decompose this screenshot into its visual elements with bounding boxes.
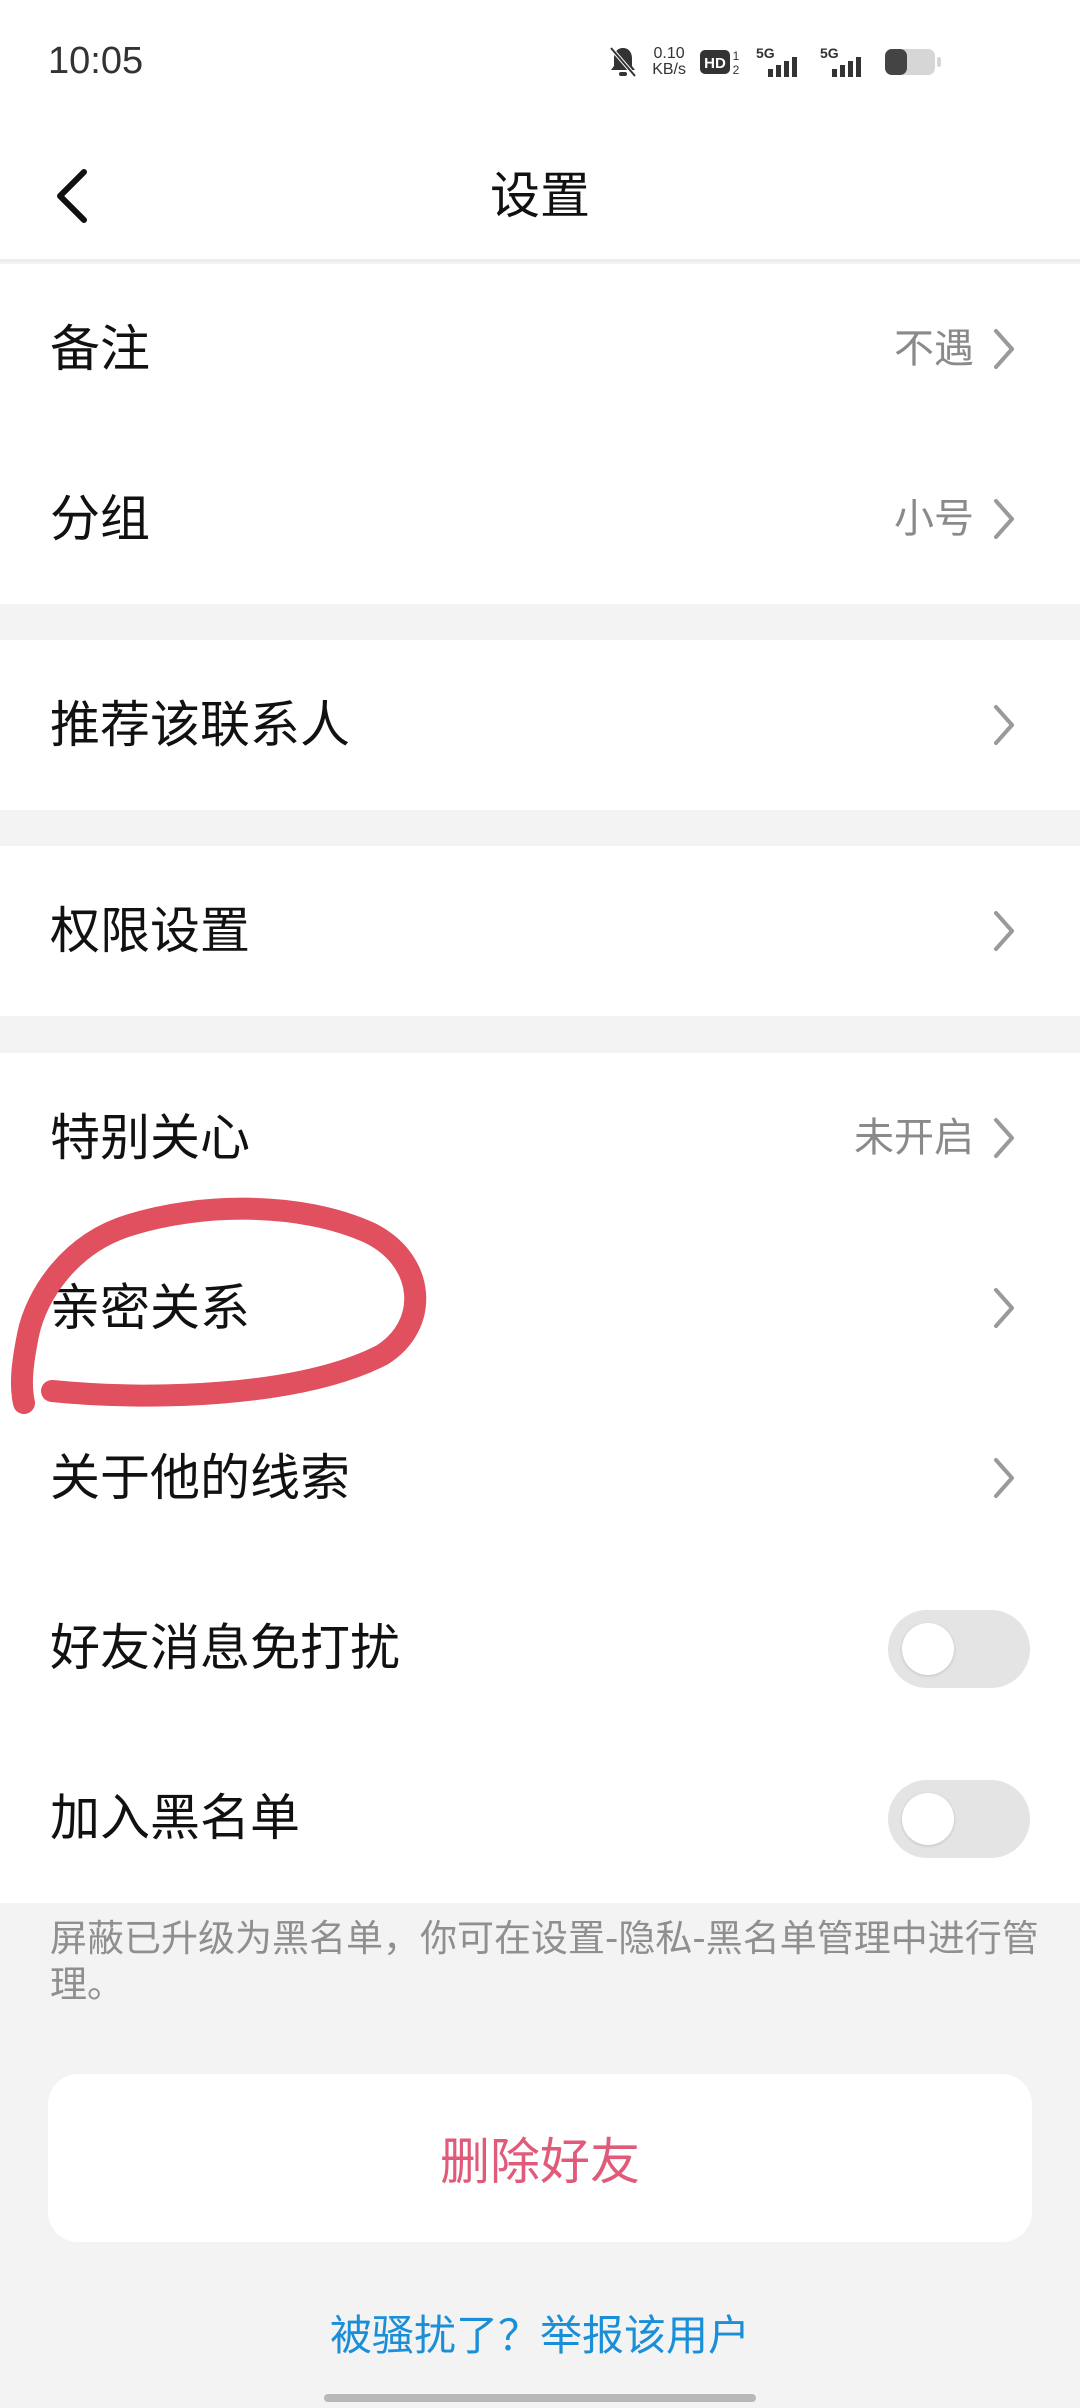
bell-mute-icon: [608, 45, 638, 79]
do-not-disturb-toggle[interactable]: [888, 1610, 1030, 1688]
row-recommend-contact[interactable]: 推荐该联系人: [0, 640, 1080, 810]
toggle-knob: [902, 1793, 954, 1845]
row-label: 关于他的线索: [50, 1449, 350, 1507]
report-user-link[interactable]: 被骚扰了？举报该用户: [0, 2302, 1080, 2363]
signal-1-icon: 5G: [756, 45, 806, 79]
net-speed-unit: KB/s: [652, 61, 686, 78]
back-arrow-icon: [57, 169, 87, 223]
chevron-right-icon: [994, 329, 1014, 369]
row-do-not-disturb: 好友消息免打扰: [0, 1563, 1080, 1733]
delete-friend-button[interactable]: 删除好友: [48, 2074, 1032, 2242]
svg-text:5G: 5G: [756, 45, 775, 61]
net-speed-value: 0.10: [653, 45, 685, 62]
svg-text:2: 2: [733, 63, 740, 77]
signal-2-icon: 5G: [820, 45, 870, 79]
settings-group-relationship: 特别关心 未开启 亲密关系 关于他的线索 好友消息免打扰 加入黑名单: [0, 1053, 1080, 1903]
chevron-right-icon: [994, 1288, 1014, 1328]
settings-group-permission: 权限设置: [0, 846, 1080, 1016]
delete-friend-label: 删除好友: [440, 2133, 640, 2191]
row-remark[interactable]: 备注 不遇: [0, 264, 1080, 434]
row-label: 备注: [50, 320, 150, 378]
battery-icon: [884, 47, 942, 77]
svg-text:HD: HD: [704, 55, 726, 72]
home-indicator[interactable]: [324, 2394, 756, 2402]
row-value: 不遇: [894, 326, 974, 372]
row-label: 分组: [50, 490, 150, 548]
settings-group-basic: 备注 不遇 分组 小号: [0, 264, 1080, 604]
status-bar: 10:05 0.10 KB/s HD 1 2 5G 5G: [0, 0, 1080, 130]
chevron-right-icon: [994, 705, 1014, 745]
row-label: 亲密关系: [50, 1279, 250, 1337]
row-special-care[interactable]: 特别关心 未开启: [0, 1053, 1080, 1223]
row-label: 特别关心: [50, 1109, 250, 1167]
blacklist-hint: 屏蔽已升级为黑名单，你可在设置-隐私-黑名单管理中进行管理。: [50, 1917, 1039, 2006]
hd-icon: HD 1 2: [700, 46, 742, 78]
toggle-knob: [902, 1623, 954, 1675]
svg-text:1: 1: [733, 49, 740, 63]
row-value: 未开启: [854, 1115, 974, 1161]
row-label: 好友消息免打扰: [50, 1619, 400, 1677]
status-time: 10:05: [48, 40, 144, 82]
row-permission-settings[interactable]: 权限设置: [0, 846, 1080, 1016]
nav-bar: 设置: [0, 130, 1080, 262]
status-icons: 0.10 KB/s HD 1 2 5G 5G: [608, 42, 942, 82]
row-blacklist: 加入黑名单: [0, 1733, 1080, 1903]
row-label: 权限设置: [50, 902, 250, 960]
svg-text:5G: 5G: [820, 45, 839, 61]
chevron-right-icon: [994, 1458, 1014, 1498]
chevron-right-icon: [994, 911, 1014, 951]
row-value: 小号: [894, 496, 974, 542]
row-clues[interactable]: 关于他的线索: [0, 1393, 1080, 1563]
row-label: 加入黑名单: [50, 1789, 300, 1847]
back-button[interactable]: [52, 152, 132, 240]
settings-group-recommend: 推荐该联系人: [0, 640, 1080, 810]
row-intimacy[interactable]: 亲密关系: [0, 1223, 1080, 1393]
row-group[interactable]: 分组 小号: [0, 434, 1080, 604]
page-title: 设置: [490, 167, 590, 225]
blacklist-toggle[interactable]: [888, 1780, 1030, 1858]
row-label: 推荐该联系人: [50, 696, 350, 754]
net-speed: 0.10 KB/s: [652, 46, 686, 78]
chevron-right-icon: [994, 1118, 1014, 1158]
chevron-right-icon: [994, 499, 1014, 539]
